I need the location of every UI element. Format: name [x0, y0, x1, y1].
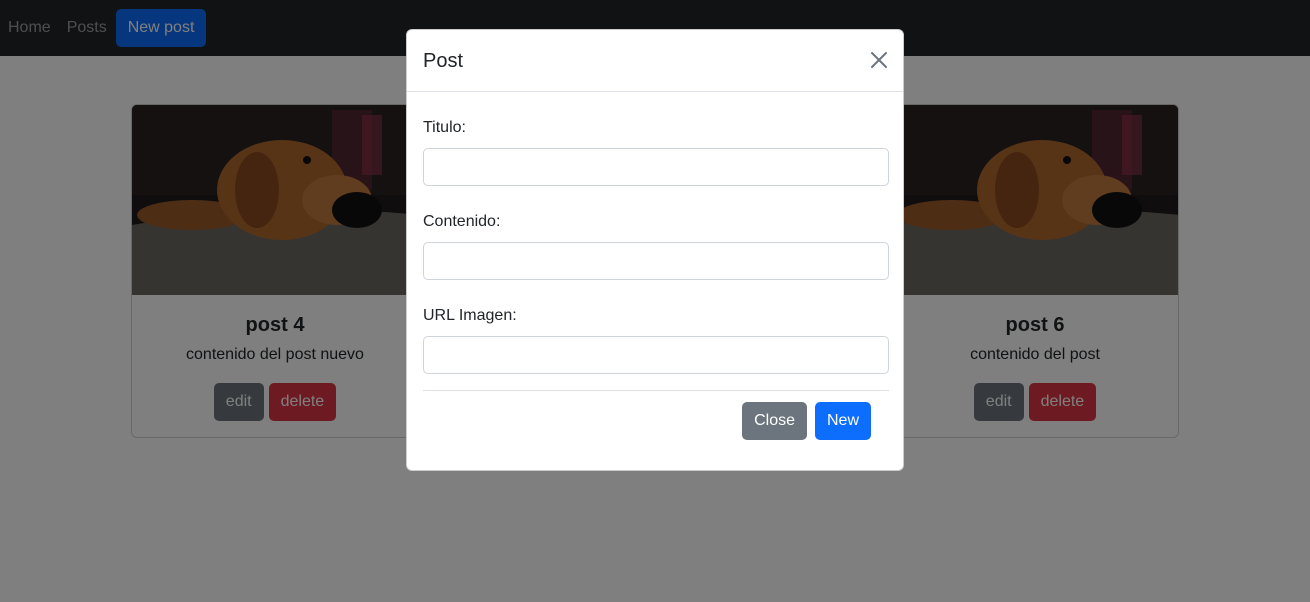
modal-title: Post [423, 50, 464, 72]
modal-divider [423, 390, 889, 391]
titulo-label: Titulo: [423, 119, 466, 136]
close-icon[interactable] [869, 50, 889, 70]
close-button[interactable]: Close [742, 402, 807, 440]
url-imagen-input[interactable] [423, 336, 889, 374]
modal-body: Titulo: Contenido: URL Imagen: [407, 92, 903, 374]
contenido-label: Contenido: [423, 213, 501, 230]
contenido-input[interactable] [423, 242, 889, 280]
page: Home Posts New post post 4 conten [0, 0, 1310, 602]
modal-header: Post [407, 30, 903, 92]
url-imagen-label: URL Imagen: [423, 307, 517, 324]
modal-footer: Close New [742, 402, 871, 440]
post-modal: Post Titulo: Contenido: URL Imagen: Clos… [406, 29, 904, 471]
new-button[interactable]: New [814, 402, 871, 440]
titulo-input[interactable] [423, 148, 889, 186]
